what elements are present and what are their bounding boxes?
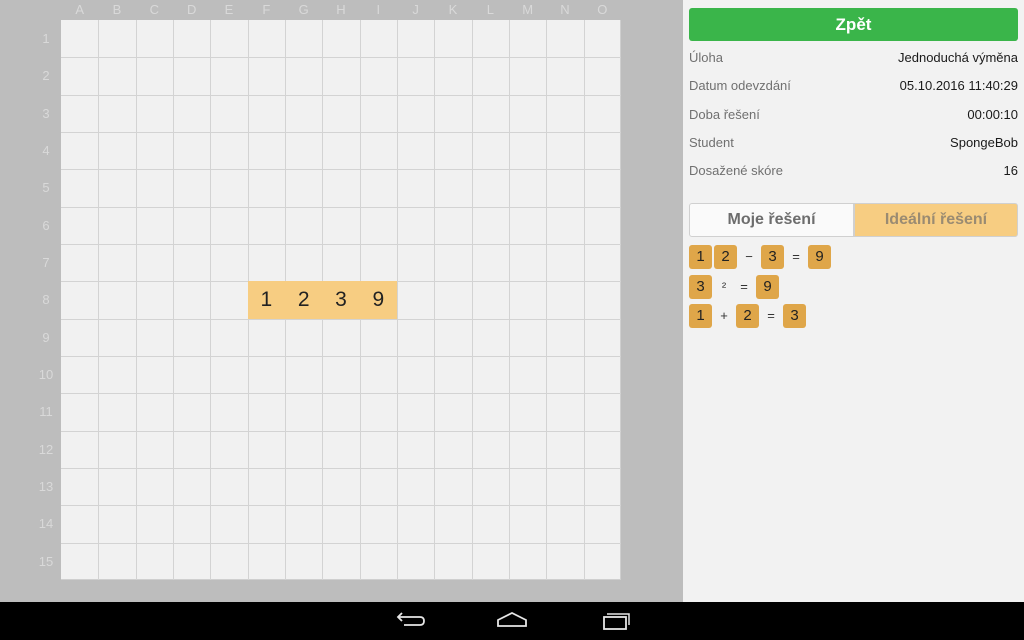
tab-ideal-solution[interactable]: Ideální řešení [854,203,1018,237]
back-button[interactable]: Zpět [689,8,1018,41]
row-header: 7 [42,255,50,270]
home-icon[interactable] [492,608,532,634]
row-header: 11 [39,404,53,420]
row-header: 9 [42,329,50,345]
game-grid[interactable]: 1239 [61,20,621,580]
equation-tile: 9 [756,275,779,299]
row-header: 5 [42,180,50,196]
info-row-submitted: Datum odevzdání 05.10.2016 11:40:29 [689,78,1018,98]
column-header: F [262,2,271,17]
column-header: D [186,2,197,17]
student-value: SpongeBob [950,135,1018,150]
solution-tabs: Moje řešení Ideální řešení [689,203,1018,237]
row-header: 4 [42,143,50,158]
android-navbar [0,602,1024,640]
detail-panel: Zpět Úloha Jednoduchá výměna Datum odevz… [683,0,1024,602]
task-value: Jednoduchá výměna [898,50,1018,65]
equation-tile: 3 [761,245,784,269]
info-row-score: Dosažené skóre 16 [689,163,1018,183]
student-label: Student [689,135,734,150]
column-header: B [112,2,122,17]
column-header: L [486,2,494,17]
equation-operator: = [767,308,775,323]
row-header: 14 [38,516,54,532]
info-row-task: Úloha Jednoduchá výměna [689,50,1018,70]
column-header: H [336,2,346,17]
column-header: N [560,2,570,17]
column-header: O [597,2,608,17]
row-header: 2 [42,68,50,84]
score-label: Dosažené skóre [689,163,783,178]
row-header: 15 [38,553,54,569]
equation-tile: 2 [736,304,759,328]
row-header: 6 [42,217,50,233]
info-row-duration: Doba řešení 00:00:10 [689,107,1018,127]
column-header: K [448,2,458,17]
recent-apps-icon[interactable] [594,608,634,634]
column-header: I [376,2,381,17]
column-header: A [75,2,84,17]
row-header: 12 [38,441,54,457]
duration-label: Doba řešení [689,107,760,122]
row-header: 8 [42,292,50,308]
equation-operator: ² [721,279,727,294]
column-header: E [224,2,234,17]
row-header: 1 [42,31,50,46]
equation-operator: − [745,249,753,264]
tab-my-solution[interactable]: Moje řešení [689,203,854,237]
board-tile[interactable]: 9 [359,281,397,319]
duration-value: 00:00:10 [967,107,1018,122]
board-tile[interactable]: 3 [322,281,360,319]
equation-tile: 3 [689,275,712,299]
board-area: ABCDEFGHIJKLMNO 1 2 3 4 5 6 7 8 9 10 11 12 13 14 15 12… [0,0,683,602]
row-header: 13 [38,479,54,494]
submitted-label: Datum odevzdání [689,78,791,93]
info-row-student: Student SpongeBob [689,135,1018,155]
equation-operator: = [792,249,800,264]
board-tile[interactable]: 2 [285,281,323,319]
submitted-value: 05.10.2016 11:40:29 [899,78,1018,93]
task-label: Úloha [689,50,723,65]
row-header: 10 [38,367,54,382]
column-header: M [522,2,534,17]
board-tile[interactable]: 1 [247,281,285,319]
column-header: C [149,2,160,17]
row-header: 3 [42,105,50,121]
equation-tile: 1 [689,304,712,328]
equation-tile: 1 [689,245,712,269]
back-icon[interactable] [390,608,430,634]
column-header: G [298,2,309,17]
equation-tile: 9 [808,245,831,269]
equation-tile: 2 [714,245,737,269]
equation-operator: + [720,308,728,323]
score-value: 16 [1003,163,1018,178]
equation-operator: = [740,279,748,294]
equation-tile: 3 [783,304,806,328]
column-header: J [412,2,419,17]
